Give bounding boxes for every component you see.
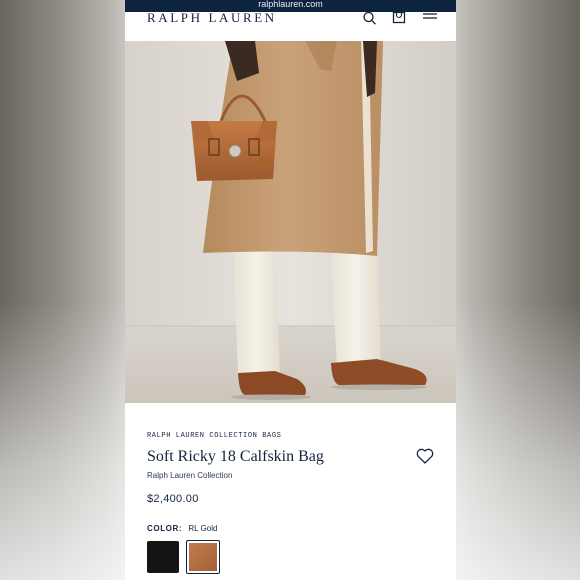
swatch-rl-gold[interactable]: [186, 540, 220, 574]
color-value: RL Gold: [188, 524, 218, 533]
product-info: RALPH LAUREN COLLECTION BAGS Soft Ricky …: [125, 403, 456, 580]
bag-icon[interactable]: [391, 12, 407, 26]
product-price: $2,400.00: [147, 493, 199, 505]
menu-icon[interactable]: [422, 12, 438, 26]
color-selector-label: COLOR: RL Gold: [147, 524, 217, 533]
heart-icon[interactable]: [416, 448, 434, 464]
color-label: COLOR:: [147, 524, 183, 533]
search-icon[interactable]: [362, 12, 378, 26]
swatch-black[interactable]: [147, 541, 179, 573]
breadcrumb[interactable]: RALPH LAUREN COLLECTION BAGS: [147, 432, 281, 440]
url-text: ralphlauren.com: [258, 0, 323, 9]
product-photo: [125, 41, 456, 403]
site-header: RALPH LAUREN: [125, 10, 456, 41]
brand-logo[interactable]: RALPH LAUREN: [147, 10, 277, 26]
product-image[interactable]: 8 8: [125, 41, 456, 403]
mobile-page: ralphlauren.com RALPH LAUREN RALPH LAURE…: [125, 0, 456, 580]
swatch-rl-gold-fill: [189, 543, 217, 571]
product-brand[interactable]: Ralph Lauren Collection: [147, 471, 232, 480]
product-title: Soft Ricky 18 Calfskin Bag: [147, 448, 324, 465]
